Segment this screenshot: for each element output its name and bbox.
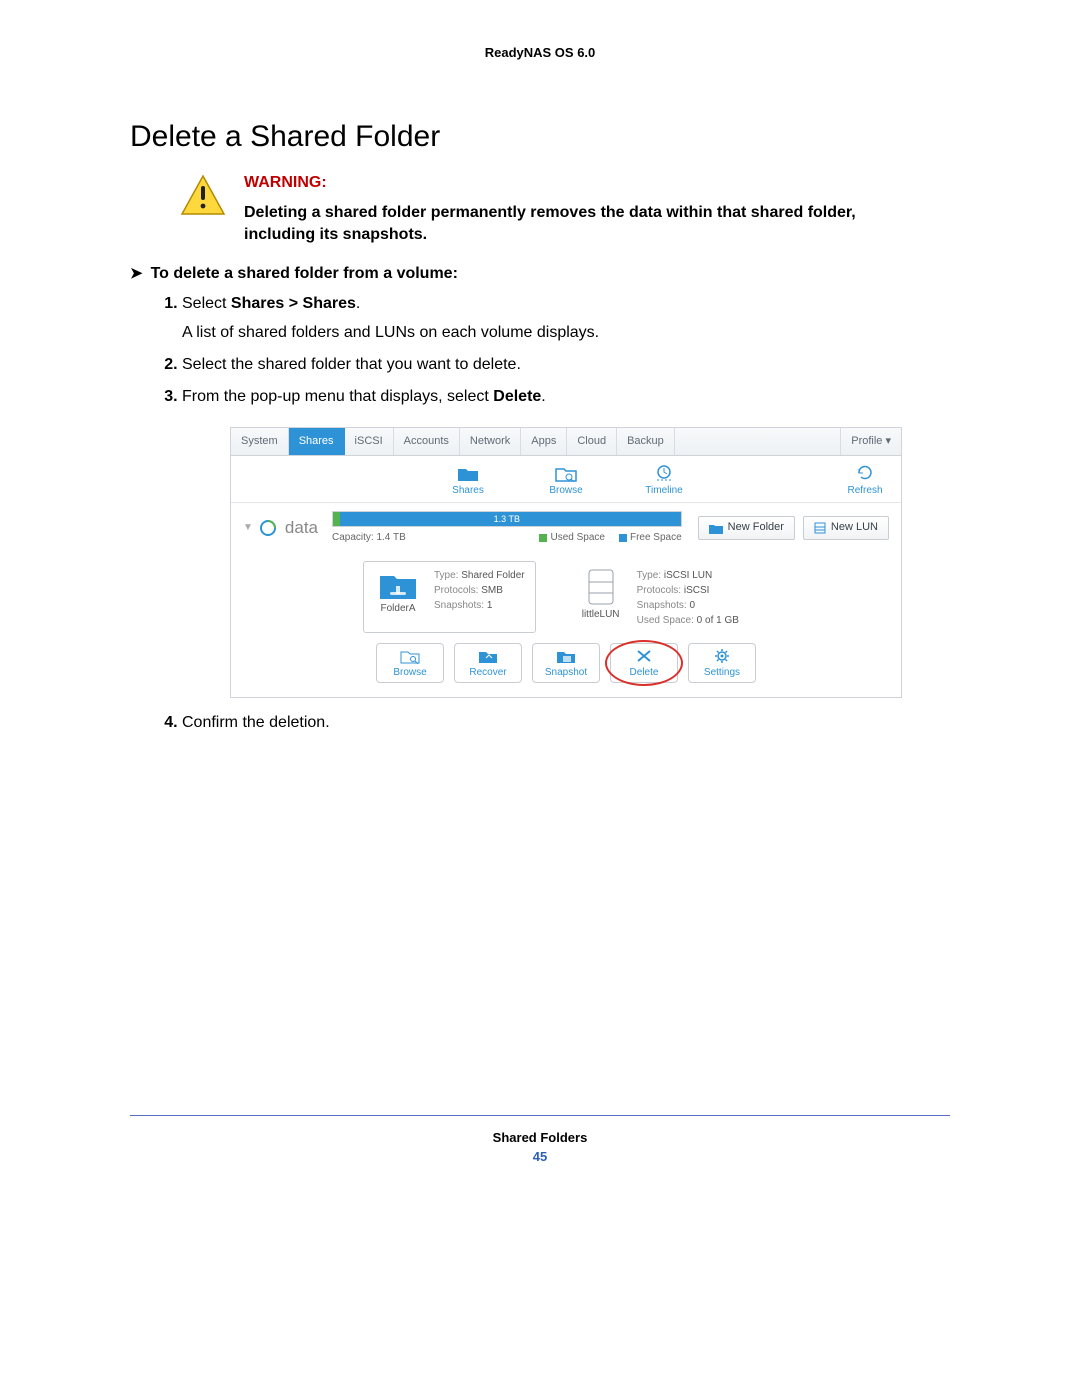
lun-icon	[814, 522, 826, 534]
tab-cloud[interactable]: Cloud	[567, 428, 617, 455]
tab-network[interactable]: Network	[460, 428, 521, 455]
step-1: Select Shares > Shares. A list of shared…	[182, 293, 950, 344]
folder-icon	[709, 522, 723, 534]
snapshot-icon	[556, 648, 576, 664]
delete-x-icon	[634, 648, 654, 664]
step-1-subtext: A list of shared folders and LUNs on eac…	[182, 322, 950, 344]
browse-icon	[555, 464, 577, 482]
sub-toolbar: Shares Browse Timeline Refresh	[231, 456, 901, 503]
legend-free: Free Space	[619, 531, 682, 545]
procedure-steps: Select Shares > Shares. A list of shared…	[130, 293, 950, 734]
procedure-heading: ➤To delete a shared folder from a volume…	[130, 265, 950, 283]
tab-system[interactable]: System	[231, 428, 289, 455]
header-product: ReadyNAS OS 6.0	[130, 45, 950, 60]
browse-icon	[400, 648, 420, 664]
lun-drive-icon	[585, 568, 617, 606]
warning-text: Deleting a shared folder permanently rem…	[244, 202, 884, 245]
tab-iscsi[interactable]: iSCSI	[345, 428, 394, 455]
tab-shares[interactable]: Shares	[289, 428, 345, 455]
page-title: Delete a Shared Folder	[130, 120, 950, 154]
chevron-right-icon: ➤	[130, 266, 143, 281]
clock-icon	[653, 464, 675, 482]
subtab-browse[interactable]: Browse	[542, 464, 590, 498]
share-item-foldera[interactable]: FolderA Type: Shared Folder Protocols: S…	[363, 561, 536, 633]
refresh-button[interactable]: Refresh	[841, 464, 889, 498]
action-delete[interactable]: Delete	[610, 643, 678, 683]
refresh-icon	[854, 464, 876, 482]
footer-page-number: 45	[130, 1149, 950, 1164]
lun-item-label: littleLUN	[582, 608, 620, 622]
action-settings[interactable]: Settings	[688, 643, 756, 683]
share-item-label: FolderA	[380, 602, 415, 616]
footer-section: Shared Folders	[130, 1130, 950, 1145]
page-footer: Shared Folders 45	[130, 1115, 950, 1164]
top-nav: System Shares iSCSI Accounts Network App…	[231, 428, 901, 456]
recover-icon	[478, 648, 498, 664]
step-3: From the pop-up menu that displays, sele…	[182, 386, 950, 698]
warning-label: WARNING:	[244, 174, 884, 192]
action-recover[interactable]: Recover	[454, 643, 522, 683]
legend-used: Used Space	[539, 531, 604, 545]
shared-folder-icon	[378, 568, 418, 600]
folder-icon	[457, 464, 479, 482]
capacity-text: Capacity: 1.4 TB	[332, 531, 406, 545]
step-4: Confirm the deletion.	[182, 712, 950, 734]
disclosure-triangle-icon[interactable]: ▼	[243, 521, 253, 535]
tab-accounts[interactable]: Accounts	[394, 428, 460, 455]
step-2: Select the shared folder that you want t…	[182, 354, 950, 376]
action-browse[interactable]: Browse	[376, 643, 444, 683]
capacity-bar: 1.3 TB	[332, 511, 682, 527]
lun-item-littlelun[interactable]: littleLUN Type: iSCSI LUN Protocols: iSC…	[566, 561, 750, 633]
new-lun-button[interactable]: New LUN	[803, 516, 889, 539]
volume-row: ▼ data 1.3 TB Capacity: 1.4 TB	[243, 511, 889, 545]
context-actions: Browse Recover Snapshot	[243, 643, 889, 683]
new-folder-button[interactable]: New Folder	[698, 516, 795, 539]
capacity-bar-label: 1.3 TB	[494, 512, 520, 526]
profile-menu[interactable]: Profile	[840, 428, 901, 455]
volume-name: data	[285, 516, 318, 540]
embedded-screenshot: System Shares iSCSI Accounts Network App…	[230, 427, 902, 698]
subtab-shares[interactable]: Shares	[444, 464, 492, 498]
tab-backup[interactable]: Backup	[617, 428, 675, 455]
gear-icon	[712, 648, 732, 664]
action-snapshot[interactable]: Snapshot	[532, 643, 600, 683]
tab-apps[interactable]: Apps	[521, 428, 567, 455]
warning-block: WARNING: Deleting a shared folder perman…	[180, 174, 950, 245]
warning-triangle-icon	[180, 174, 226, 216]
subtab-timeline[interactable]: Timeline	[640, 464, 688, 498]
volume-disc-icon	[259, 519, 277, 537]
